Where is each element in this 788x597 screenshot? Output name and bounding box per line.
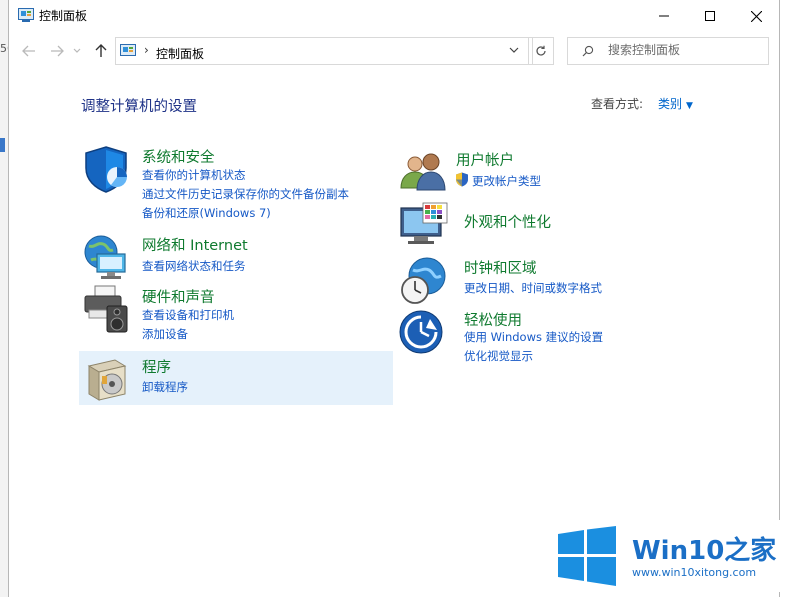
up-button[interactable] [91, 41, 111, 61]
control-panel-location-icon [120, 44, 136, 56]
caret-down-icon: ▼ [686, 101, 693, 111]
refresh-icon [536, 45, 546, 56]
view-by-dropdown[interactable]: 类别 ▼ [658, 95, 693, 112]
uac-shield-icon [456, 172, 468, 187]
category-title-ease-of-access[interactable]: 轻松使用 [464, 309, 522, 330]
search-icon [582, 45, 594, 57]
search-input[interactable] [606, 42, 760, 58]
breadcrumb-control-panel[interactable]: 控制面板 [156, 45, 204, 62]
back-arrow-icon [22, 45, 35, 57]
title-bar: 控制面板 [9, 0, 779, 32]
forward-button[interactable] [47, 41, 67, 61]
category-title-user-accounts[interactable]: 用户帐户 [456, 149, 514, 170]
watermark-brand-en: Win10 [632, 536, 725, 566]
up-arrow-icon [95, 44, 107, 57]
chevron-down-icon [73, 48, 81, 53]
view-by-value: 类别 [658, 97, 683, 111]
page-heading: 调整计算机的设置 [81, 99, 197, 115]
watermark-url: www.win10xitong.com [632, 566, 757, 579]
programs-disc-icon[interactable] [81, 354, 131, 404]
link-backup-restore[interactable]: 备份和还原(Windows 7) [142, 205, 271, 221]
category-title-clock-region[interactable]: 时钟和区域 [464, 257, 537, 278]
minimize-icon [659, 15, 669, 17]
link-network-status-tasks[interactable]: 查看网络状态和任务 [142, 258, 246, 274]
link-change-account-type[interactable]: 更改帐户类型 [472, 173, 541, 189]
watermark-brand-zh: 之家 [724, 536, 777, 566]
watermark-brand: Win10之家 [632, 530, 776, 567]
refresh-button[interactable] [528, 37, 554, 65]
win10-home-watermark: Win10之家 www.win10xitong.com [550, 520, 788, 592]
link-devices-printers[interactable]: 查看设备和打印机 [142, 307, 234, 323]
category-title-system-security[interactable]: 系统和安全 [142, 146, 215, 167]
monitor-palette-icon[interactable] [399, 202, 449, 252]
link-add-device[interactable]: 添加设备 [142, 326, 188, 342]
search-box[interactable] [567, 37, 769, 65]
link-change-date-time-format[interactable]: 更改日期、时间或数字格式 [464, 280, 602, 296]
address-bar[interactable]: › 控制面板 [115, 37, 533, 65]
users-icon[interactable] [399, 148, 449, 198]
control-panel-window: 控制面板 › 控制面板 搜索控制面板 调整计算机的设置 查看方式: 类别 ▼ 系… [8, 0, 780, 597]
forward-arrow-icon [51, 45, 64, 57]
control-panel-app-icon [18, 8, 34, 22]
category-title-network-internet[interactable]: 网络和 Internet [142, 234, 248, 255]
network-globe-icon[interactable] [81, 232, 131, 282]
maximize-icon [705, 11, 715, 21]
recent-locations-button[interactable] [71, 41, 83, 61]
link-file-history-backup[interactable]: 通过文件历史记录保存你的文件备份副本 [142, 186, 349, 202]
background-selection-mark [0, 138, 5, 152]
shield-icon[interactable] [81, 144, 131, 194]
category-title-hardware-sound[interactable]: 硬件和声音 [142, 286, 215, 307]
printer-speaker-icon[interactable] [81, 284, 131, 334]
breadcrumb-separator: › [144, 43, 149, 57]
minimize-button[interactable] [641, 0, 687, 32]
ease-of-access-icon[interactable] [399, 308, 449, 358]
category-title-programs[interactable]: 程序 [142, 356, 171, 377]
view-by-label: 查看方式: [591, 97, 644, 111]
close-button[interactable] [733, 0, 779, 32]
close-icon [750, 10, 762, 22]
navigation-bar: › 控制面板 [9, 34, 779, 68]
link-view-computer-status[interactable]: 查看你的计算机状态 [142, 167, 246, 183]
clock-globe-icon[interactable] [399, 256, 449, 306]
windows-logo-icon [558, 526, 616, 586]
maximize-button[interactable] [687, 0, 733, 32]
back-button[interactable] [19, 41, 39, 61]
address-dropdown-icon[interactable] [509, 47, 519, 54]
link-uninstall-program[interactable]: 卸载程序 [142, 379, 188, 395]
window-title: 控制面板 [39, 9, 88, 23]
link-optimize-visual-display[interactable]: 优化视觉显示 [464, 348, 533, 364]
category-title-appearance-personalization[interactable]: 外观和个性化 [464, 211, 551, 232]
link-windows-recommended-settings[interactable]: 使用 Windows 建议的设置 [464, 329, 603, 345]
